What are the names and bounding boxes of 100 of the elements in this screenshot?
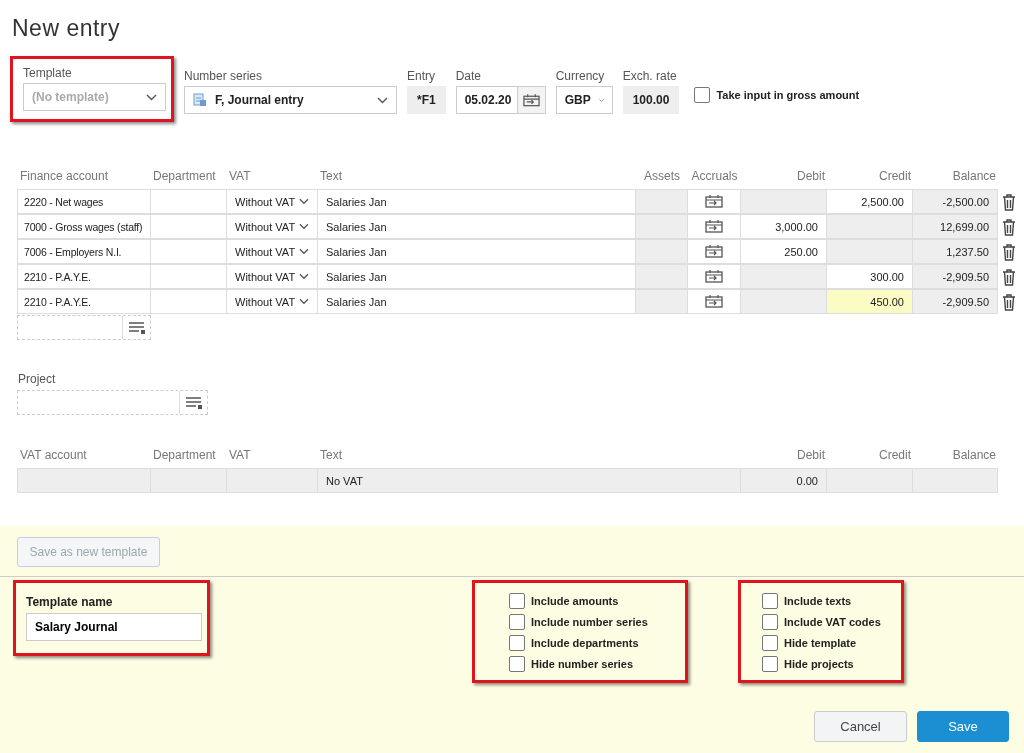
table-cell[interactable]: 7000 - Gross wages (staff) xyxy=(17,214,151,239)
checkbox[interactable] xyxy=(509,593,525,609)
table-cell[interactable] xyxy=(150,264,227,289)
checkbox-label: Hide template xyxy=(784,637,857,649)
table-cell: -2,909.50 xyxy=(912,264,998,289)
table-cell[interactable] xyxy=(150,189,227,214)
chevron-down-icon xyxy=(146,93,157,101)
calendar-icon xyxy=(705,295,723,308)
table-cell[interactable]: 2210 - P.A.Y.E. xyxy=(17,264,151,289)
checkbox[interactable] xyxy=(762,635,778,651)
calendar-icon xyxy=(705,220,723,233)
number-series-select[interactable]: F, Journal entry xyxy=(184,86,397,114)
table-cell[interactable]: Salaries Jan xyxy=(317,289,636,314)
field-label: Date xyxy=(455,69,483,82)
checkbox[interactable] xyxy=(694,87,711,103)
column-header: Department xyxy=(152,447,217,464)
table-cell[interactable] xyxy=(740,289,827,314)
checkbox-label: Include VAT codes xyxy=(784,616,881,628)
table-cell[interactable] xyxy=(826,239,913,264)
field-label: Currency xyxy=(555,69,606,82)
calendar-icon xyxy=(705,270,723,283)
column-header: Department xyxy=(152,168,217,185)
table-cell[interactable]: 250.00 xyxy=(740,239,827,264)
column-header: Credit xyxy=(878,447,912,464)
table-cell[interactable]: 2220 - Net wages xyxy=(17,189,151,214)
calendar-icon xyxy=(705,245,723,258)
currency-select[interactable]: GBP xyxy=(555,86,613,114)
table-cell[interactable] xyxy=(150,289,227,314)
checkbox-label: Take input in gross amount xyxy=(716,89,860,101)
table-cell: 12,699.00 xyxy=(912,214,998,239)
chevron-down-icon xyxy=(299,248,309,255)
checkbox-label: Include number series xyxy=(531,616,648,628)
checkbox[interactable] xyxy=(762,656,778,672)
project-field[interactable] xyxy=(17,390,208,415)
chevron-down-icon xyxy=(598,96,604,104)
table-cell[interactable]: 2,500.00 xyxy=(826,189,913,214)
column-header: Finance account xyxy=(19,168,110,185)
table-cell[interactable]: Salaries Jan xyxy=(317,264,636,289)
save-button[interactable]: Save xyxy=(917,711,1009,742)
column-header: Text xyxy=(319,168,343,185)
vat-select[interactable]: Without VAT xyxy=(226,239,318,264)
checkbox[interactable] xyxy=(509,614,525,630)
table-cell[interactable]: Salaries Jan xyxy=(317,214,636,239)
table-cell[interactable] xyxy=(150,214,227,239)
trash-icon[interactable] xyxy=(1002,269,1016,286)
field-label: Template xyxy=(23,66,73,79)
column-header: Text xyxy=(319,447,343,464)
column-header: Balance xyxy=(951,447,997,464)
vat-select[interactable]: Without VAT xyxy=(226,264,318,289)
column-header: VAT xyxy=(228,168,252,185)
list-icon[interactable] xyxy=(128,321,145,334)
table-cell[interactable]: 7006 - Employers N.I. xyxy=(17,239,151,264)
table-cell: 1,237.50 xyxy=(912,239,998,264)
column-header: Debit xyxy=(796,168,826,185)
table-cell: 0.00 xyxy=(740,468,827,493)
column-header: Accruals xyxy=(690,168,739,185)
table-cell[interactable]: 3,000.00 xyxy=(740,214,827,239)
document-icon xyxy=(193,93,207,107)
list-icon[interactable] xyxy=(185,396,202,409)
vat-select[interactable]: Without VAT xyxy=(226,189,318,214)
checkbox-label: Include departments xyxy=(531,637,639,649)
trash-icon[interactable] xyxy=(1002,244,1016,261)
table-cell[interactable]: Salaries Jan xyxy=(317,189,636,214)
table-cell: -2,500.00 xyxy=(912,189,998,214)
chevron-down-icon xyxy=(299,298,309,305)
table-cell[interactable] xyxy=(150,239,227,264)
date-picker-button[interactable] xyxy=(516,86,546,114)
table-cell[interactable]: 2210 - P.A.Y.E. xyxy=(17,289,151,314)
checkbox-label: Hide projects xyxy=(784,658,854,670)
column-header: Assets xyxy=(643,168,681,185)
table-cell[interactable] xyxy=(826,214,913,239)
field-label: Template name xyxy=(26,595,114,608)
add-row-field[interactable] xyxy=(17,315,151,340)
chevron-down-icon xyxy=(299,198,309,205)
checkbox[interactable] xyxy=(509,656,525,672)
checkbox[interactable] xyxy=(762,593,778,609)
chevron-down-icon xyxy=(299,223,309,230)
trash-icon[interactable] xyxy=(1002,294,1016,311)
table-cell[interactable]: 450.00 xyxy=(826,289,913,314)
vat-select[interactable]: Without VAT xyxy=(226,214,318,239)
table-cell[interactable]: Salaries Jan xyxy=(317,239,636,264)
template-name-input[interactable]: Salary Journal xyxy=(26,613,202,641)
date-field[interactable]: 05.02.20 xyxy=(455,86,518,114)
table-cell: -2,909.50 xyxy=(912,289,998,314)
checkbox[interactable] xyxy=(509,635,525,651)
page-title: New entry xyxy=(12,15,122,43)
entry-number: *F1 xyxy=(407,86,446,114)
chevron-down-icon xyxy=(299,273,309,280)
trash-icon[interactable] xyxy=(1002,194,1016,211)
trash-icon[interactable] xyxy=(1002,219,1016,236)
checkbox-label: Hide number series xyxy=(531,658,634,670)
calendar-icon xyxy=(522,93,540,107)
cancel-button[interactable]: Cancel xyxy=(814,711,907,742)
vat-select[interactable]: Without VAT xyxy=(226,289,318,314)
checkbox[interactable] xyxy=(762,614,778,630)
table-cell[interactable]: 300.00 xyxy=(826,264,913,289)
column-header: Balance xyxy=(951,168,997,185)
table-cell[interactable] xyxy=(740,189,827,214)
table-cell[interactable] xyxy=(740,264,827,289)
field-label: Entry xyxy=(407,69,436,82)
